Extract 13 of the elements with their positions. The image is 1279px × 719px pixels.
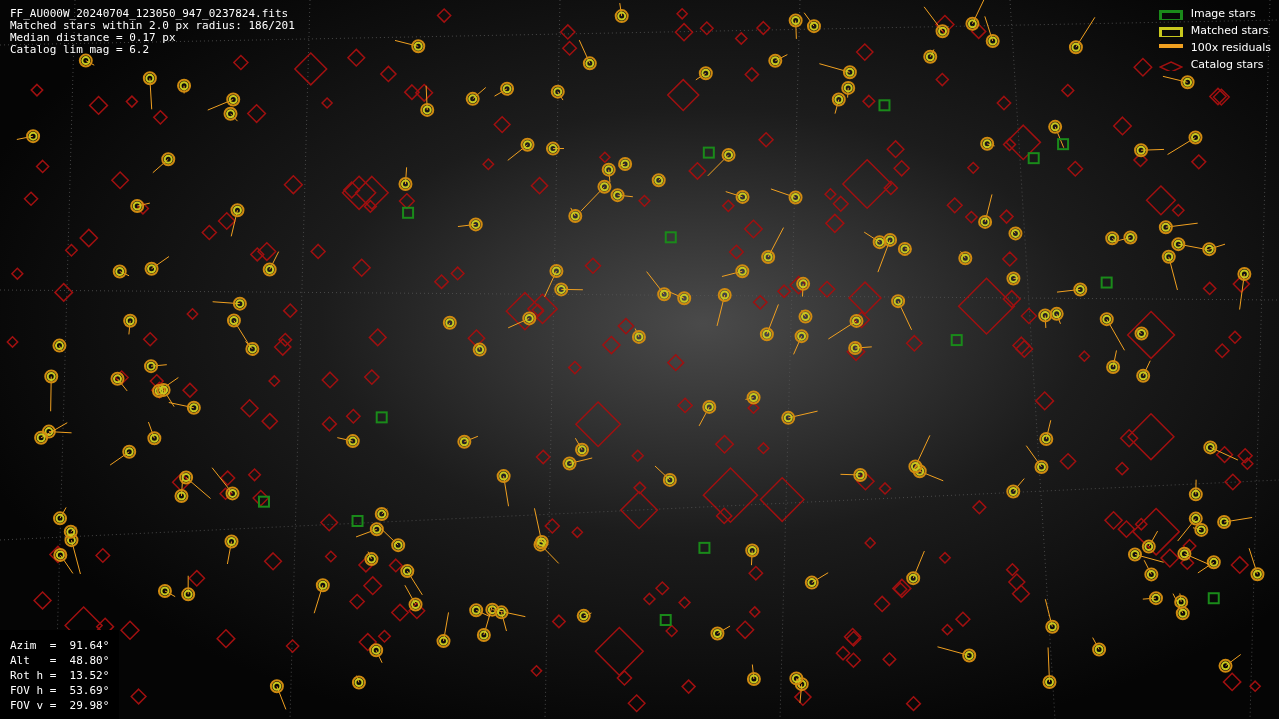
pointing-info-line: Azim = 91.64°	[10, 638, 110, 653]
legend-label: Catalog stars	[1190, 57, 1264, 74]
header-info-line: FF_AU000W_20240704_123050_947_0237824.fits	[10, 8, 290, 20]
legend-label: Matched stars	[1190, 23, 1269, 40]
pointing-info-line: Alt = 48.80°	[10, 653, 110, 668]
legend-label: Image stars	[1190, 6, 1256, 23]
pointing-info-line: FOV v = 29.98°	[10, 698, 110, 713]
pointing-info-line: Rot h = 13.52°	[10, 668, 110, 683]
header-info-line: Matched stars within 2.0 px radius: 186/201	[10, 20, 295, 32]
header-info-line: Catalog lim mag = 6.2	[10, 44, 151, 56]
pointing-info-line: FOV h = 53.69°	[10, 683, 110, 698]
header-info-line: Median distance = 0.17 px	[10, 32, 177, 44]
legend-label: 100x residuals	[1190, 40, 1271, 57]
